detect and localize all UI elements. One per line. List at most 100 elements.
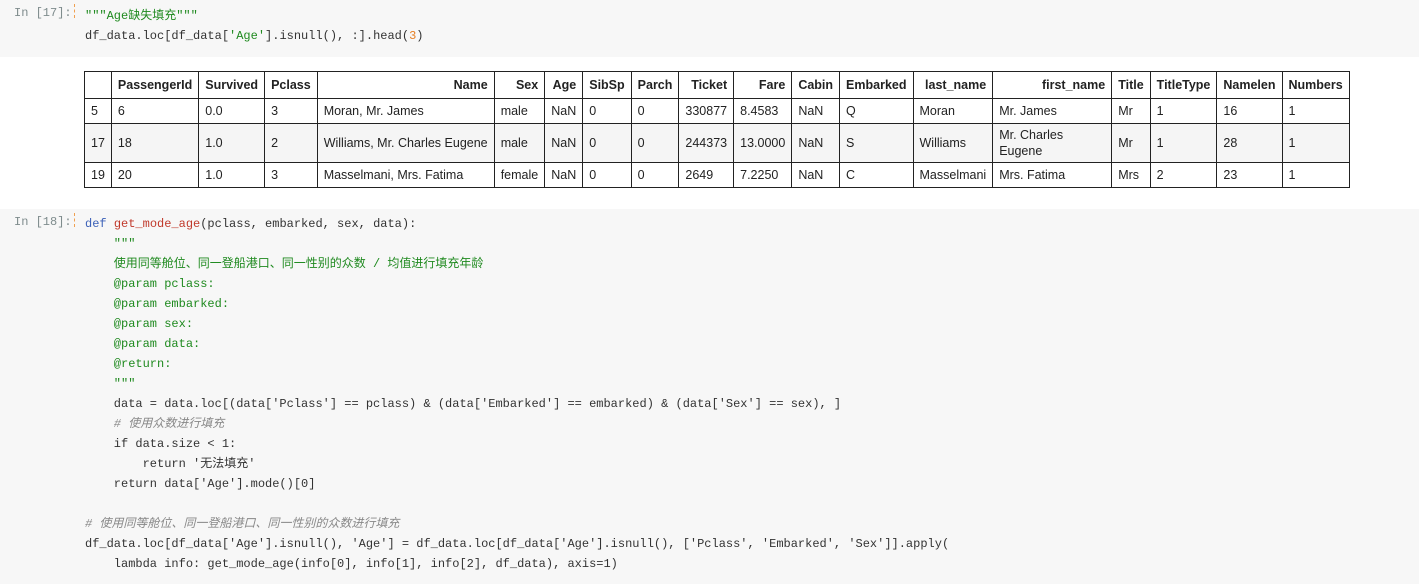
table-cell: Mr. James xyxy=(992,98,1113,124)
column-header: Ticket xyxy=(678,71,735,99)
table-cell: 0 xyxy=(630,98,680,124)
table-cell: Mrs xyxy=(1111,162,1151,188)
cell-output: PassengerId Survived Pclass Name Sex Age SibSp… xyxy=(0,57,1419,209)
table-body: 5 6 0.0 3 Moran, Mr. James male NaN 0 0 330877 8.4… xyxy=(84,98,1350,188)
table-cell: Mr xyxy=(1111,98,1151,124)
table-cell: 3 xyxy=(264,162,318,188)
column-header: TitleType xyxy=(1149,71,1218,99)
table-cell: 13.0000 xyxy=(733,123,793,163)
table-cell: 3 xyxy=(264,98,318,124)
column-header: last_name xyxy=(912,71,994,99)
table-cell: 20 xyxy=(110,162,200,188)
code-line: return data['Age'].mode()[0] xyxy=(85,477,316,491)
code-editor[interactable]: """Age缺失填充""" df_data.loc[df_data['Age']… xyxy=(85,6,423,46)
table-cell: Williams, Mr. Charles Eugene xyxy=(316,123,495,163)
table-row: 19 20 1.0 3 Masselmani, Mrs. Fatima female NaN… xyxy=(84,162,1350,188)
column-header: Namelen xyxy=(1216,71,1283,99)
table-header-row: PassengerId Survived Pclass Name Sex Age SibSp… xyxy=(84,71,1350,99)
table-row: 5 6 0.0 3 Moran, Mr. James male NaN 0 0 330877 8.4… xyxy=(84,98,1350,124)
table-cell: 1 xyxy=(1149,123,1218,163)
table-cell: S xyxy=(839,123,914,163)
code-line: if data.size < 1: xyxy=(85,437,237,451)
table-cell: 18 xyxy=(110,123,200,163)
table-cell: NaN xyxy=(791,98,841,124)
table-cell: 2 xyxy=(264,123,318,163)
column-header: Title xyxy=(1111,71,1151,99)
column-header: first_name xyxy=(992,71,1113,99)
code-line: 使用同等舱位、同一登船港口、同一性别的众数 / 均值进行填充年龄 xyxy=(85,257,484,271)
table-cell: C xyxy=(839,162,914,188)
code-comment: # 使用同等舱位、同一登船港口、同一性别的众数进行填充 xyxy=(85,517,400,531)
cell-prompt: In [18]: xyxy=(14,215,72,229)
code-line: df_data.loc[df_data['Age'].isnull(), 'Ag… xyxy=(85,537,950,551)
table-cell: 6 xyxy=(110,98,200,124)
code-editor[interactable]: def get_mode_age(pclass, embarked, sex, … xyxy=(85,214,949,574)
table-cell: 0 xyxy=(630,162,680,188)
table-cell: 0 xyxy=(582,162,632,188)
table-cell: 23 xyxy=(1216,162,1283,188)
table-cell: 0 xyxy=(582,123,632,163)
column-header: Survived xyxy=(198,71,266,99)
table-row: 17 18 1.0 2 Williams, Mr. Charles Eugene male… xyxy=(84,123,1350,163)
table-cell: male xyxy=(493,98,546,124)
column-header: Age xyxy=(544,71,584,99)
table-cell: NaN xyxy=(544,123,584,163)
docstring: """Age缺失填充""" xyxy=(85,9,198,23)
table-cell: 7.2250 xyxy=(733,162,793,188)
column-header: PassengerId xyxy=(110,71,200,99)
table-cell: Masselmani, Mrs. Fatima xyxy=(316,162,495,188)
table-cell: Mr. Charles Eugene xyxy=(992,123,1113,163)
table-cell: 1 xyxy=(1281,98,1350,124)
code-line: @param pclass: xyxy=(85,277,215,291)
table-cell: NaN xyxy=(791,123,841,163)
column-header: Sex xyxy=(493,71,546,99)
table-cell: 1 xyxy=(1149,98,1218,124)
code-line: @return: xyxy=(85,357,172,371)
table-cell: 2 xyxy=(1149,162,1218,188)
table-cell: 330877 xyxy=(678,98,735,124)
table-cell: NaN xyxy=(791,162,841,188)
cell-prompt: In [17]: xyxy=(14,6,72,20)
table-cell: Williams xyxy=(912,123,994,163)
column-header: Parch xyxy=(630,71,680,99)
table-cell: 19 xyxy=(84,162,112,188)
table-cell: 244373 xyxy=(678,123,735,163)
table-cell: Mrs. Fatima xyxy=(992,162,1113,188)
table-cell: 0 xyxy=(630,123,680,163)
table-cell: NaN xyxy=(544,162,584,188)
table-cell: 5 xyxy=(84,98,112,124)
code-line: return '无法填充' xyxy=(85,457,256,471)
code-line: @param sex: xyxy=(85,317,194,331)
table-cell: 1.0 xyxy=(198,123,266,163)
table-cell: 16 xyxy=(1216,98,1283,124)
column-header: Pclass xyxy=(264,71,318,99)
column-header: Embarked xyxy=(839,71,914,99)
dataframe-table: PassengerId Survived Pclass Name Sex Age SibSp… xyxy=(84,71,1350,188)
column-header: Name xyxy=(316,71,495,99)
table-cell: 8.4583 xyxy=(733,98,793,124)
table-cell: 2649 xyxy=(678,162,735,188)
code-cell-17[interactable]: In [17]: """Age缺失填充""" df_data.loc[df_da… xyxy=(0,0,1419,57)
table-cell: 1 xyxy=(1281,162,1350,188)
gutter-marker xyxy=(74,4,76,18)
table-cell: Mr xyxy=(1111,123,1151,163)
code-line: def get_mode_age(pclass, embarked, sex, … xyxy=(85,217,417,231)
table-cell: Moran xyxy=(912,98,994,124)
gutter-marker xyxy=(74,213,76,227)
column-header xyxy=(84,71,112,99)
code-comment: # 使用众数进行填充 xyxy=(85,417,225,431)
code-line: lambda info: get_mode_age(info[0], info[… xyxy=(85,557,618,571)
code-cell-18[interactable]: In [18]: def get_mode_age(pclass, embark… xyxy=(0,209,1419,584)
table-cell: 0.0 xyxy=(198,98,266,124)
table-cell: Moran, Mr. James xyxy=(316,98,495,124)
table-cell: male xyxy=(493,123,546,163)
table-cell: 1 xyxy=(1281,123,1350,163)
code-line: """ xyxy=(85,377,136,391)
table-cell: Q xyxy=(839,98,914,124)
code-line: @param data: xyxy=(85,337,201,351)
table-cell: NaN xyxy=(544,98,584,124)
table-cell: 0 xyxy=(582,98,632,124)
table-cell: 17 xyxy=(84,123,112,163)
code-line: """ xyxy=(85,237,136,251)
code-line: data = data.loc[(data['Pclass'] == pclas… xyxy=(85,397,842,411)
